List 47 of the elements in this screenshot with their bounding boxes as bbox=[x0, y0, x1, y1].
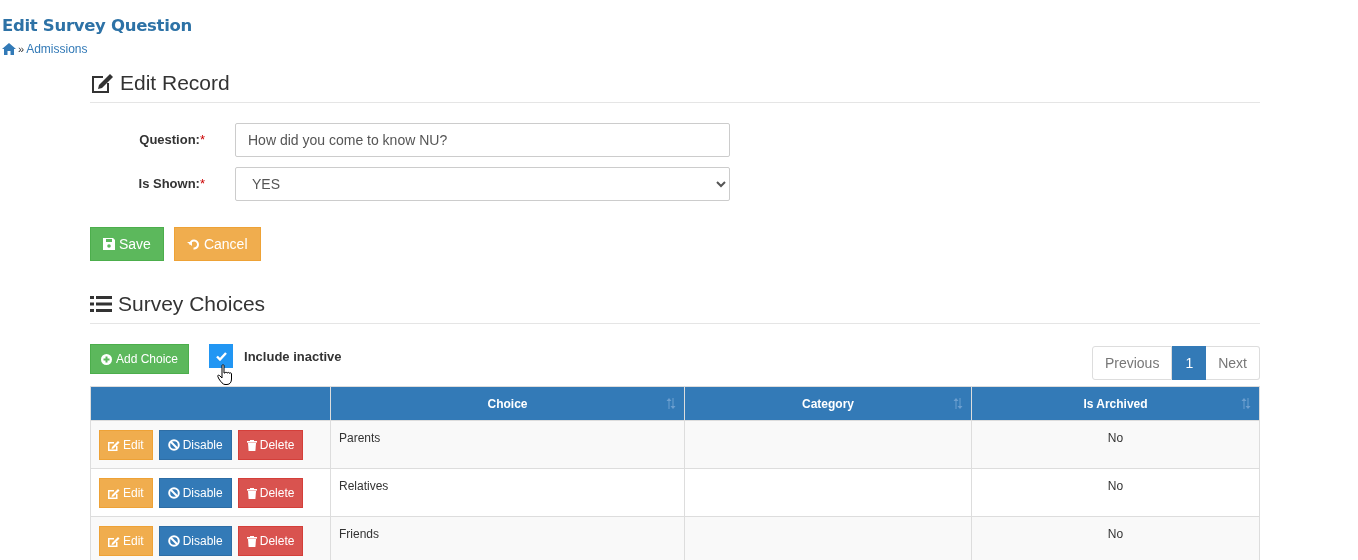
select-field[interactable]: YES bbox=[235, 167, 730, 201]
table-cell: No bbox=[1107, 527, 1124, 541]
section-heading: Edit Record bbox=[120, 70, 230, 96]
delete-button[interactable]: Delete bbox=[237, 430, 304, 460]
table-cell: Relatives bbox=[339, 479, 389, 493]
trash-icon bbox=[246, 487, 257, 499]
check-icon bbox=[215, 351, 227, 361]
list-icon bbox=[90, 295, 112, 313]
checkbox-label: Include inactive bbox=[244, 348, 342, 366]
edit-icon bbox=[108, 535, 120, 547]
table-cell: Parents bbox=[339, 431, 381, 445]
section-heading: Survey Choices bbox=[118, 291, 266, 317]
pointer-cursor-icon bbox=[217, 364, 233, 386]
ban-icon bbox=[167, 535, 180, 547]
save-button[interactable]: Save bbox=[90, 227, 164, 261]
ban-icon bbox=[167, 487, 180, 499]
column-header[interactable]: Is Archived bbox=[1083, 396, 1148, 411]
page-button[interactable]: 1 bbox=[1172, 346, 1207, 380]
field-label: Question:* bbox=[138, 131, 206, 150]
add-choice-button[interactable]: Add Choice bbox=[90, 344, 190, 374]
disable-button[interactable]: Disable bbox=[158, 478, 232, 508]
home-icon[interactable] bbox=[2, 43, 16, 55]
previous-button[interactable]: Previous bbox=[1091, 346, 1173, 380]
table-cell: No bbox=[1107, 479, 1124, 493]
breadcrumb-link[interactable]: Admissions bbox=[26, 42, 88, 56]
edit-icon bbox=[108, 487, 120, 499]
delete-button[interactable]: Delete bbox=[237, 478, 304, 508]
page-title: Edit Survey Question bbox=[2, 15, 193, 37]
disable-button[interactable]: Disable bbox=[158, 430, 232, 460]
delete-button[interactable]: Delete bbox=[237, 526, 304, 556]
breadcrumb-separator: » bbox=[18, 42, 25, 56]
trash-icon bbox=[246, 439, 257, 451]
input-field[interactable]: How did you come to know NU? bbox=[235, 123, 730, 157]
disable-button[interactable]: Disable bbox=[158, 526, 232, 556]
next-button[interactable]: Next bbox=[1206, 346, 1260, 380]
column-header[interactable]: Category bbox=[802, 396, 854, 411]
checkbox[interactable] bbox=[209, 344, 234, 368]
table-cell: No bbox=[1107, 431, 1124, 445]
field-label: Is Shown:* bbox=[137, 175, 206, 194]
plus-circle-icon bbox=[101, 353, 112, 365]
undo-icon bbox=[186, 237, 200, 251]
edit-icon bbox=[90, 72, 114, 94]
column-header[interactable]: Choice bbox=[487, 396, 528, 411]
table-cell: Friends bbox=[339, 527, 379, 541]
edit-icon bbox=[108, 439, 120, 451]
trash-icon bbox=[246, 535, 257, 547]
ban-icon bbox=[167, 439, 180, 451]
